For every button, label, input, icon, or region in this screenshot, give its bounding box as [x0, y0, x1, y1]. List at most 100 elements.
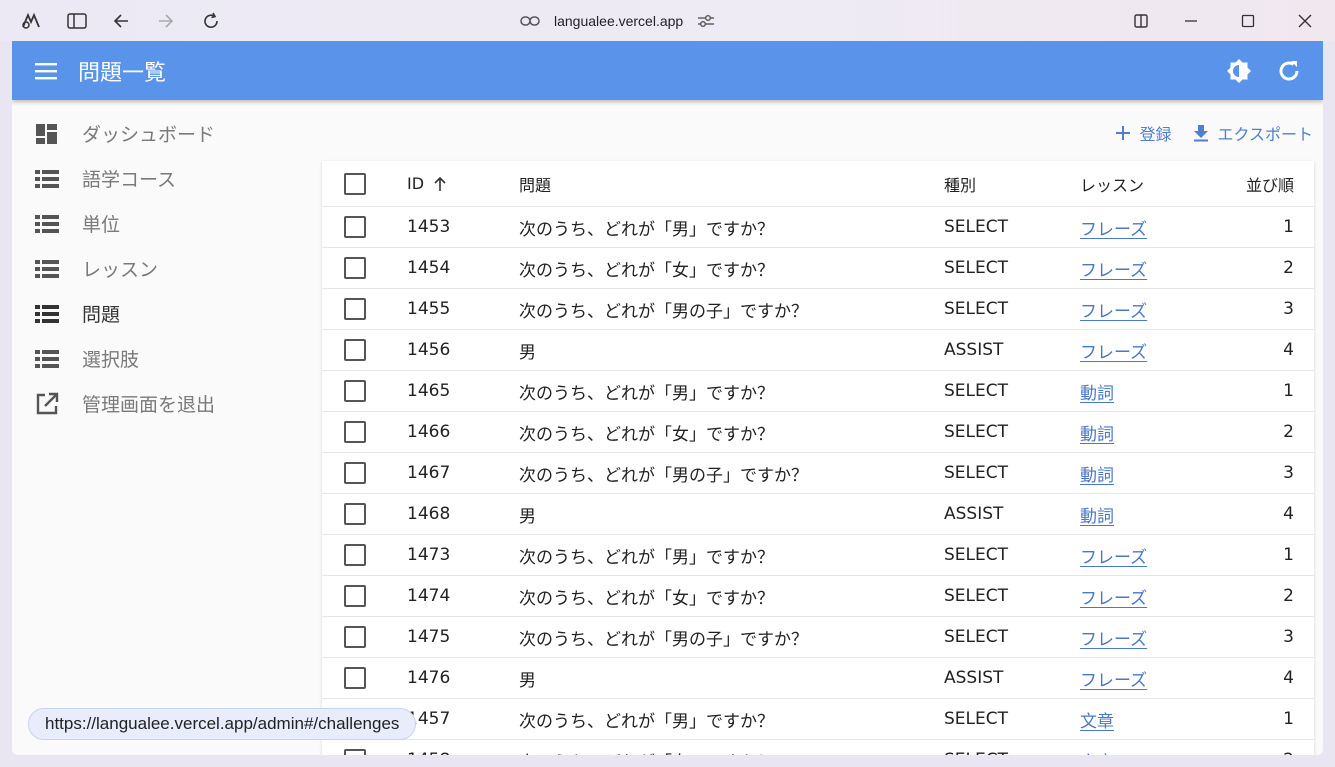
- lesson-link[interactable]: 動詞: [1080, 502, 1114, 527]
- list-icon: [34, 167, 60, 191]
- browser-toolbar: langualee.vercel.app: [0, 0, 1335, 41]
- lesson-link[interactable]: フレーズ: [1080, 584, 1147, 609]
- select-all-checkbox[interactable]: [344, 161, 370, 206]
- cell-order: 3: [1283, 299, 1294, 319]
- sidebar-item-label: レッスン: [82, 259, 159, 281]
- lesson-link[interactable]: フレーズ: [1080, 543, 1147, 568]
- forward-icon[interactable]: [153, 8, 179, 34]
- sidebar: ダッシュボード 語学コース 単位 レッスン 問題 選択肢 管理画面を退出: [12, 111, 312, 426]
- minimize-icon[interactable]: [1178, 8, 1204, 34]
- row-checkbox[interactable]: [344, 658, 370, 698]
- menu-icon[interactable]: [34, 59, 60, 83]
- theme-toggle-icon[interactable]: [1224, 58, 1254, 84]
- site-settings-icon[interactable]: [697, 14, 715, 28]
- address-bar[interactable]: langualee.vercel.app: [520, 9, 715, 33]
- sidebar-item-challenges[interactable]: 問題: [12, 291, 312, 336]
- row-checkbox[interactable]: [344, 617, 370, 657]
- cell-question: 次のうち、どれが「男の子」ですか？: [519, 465, 808, 486]
- sidebar-item-options[interactable]: 選択肢: [12, 336, 312, 381]
- table-row[interactable]: 1466 次のうち、どれが「女」ですか？ SELECT 動詞 2: [322, 412, 1314, 453]
- table-row[interactable]: 1465 次のうち、どれが「男」ですか？ SELECT 動詞 1: [322, 371, 1314, 412]
- lesson-link[interactable]: フレーズ: [1080, 297, 1147, 322]
- cell-order: 2: [1283, 422, 1294, 442]
- table-row[interactable]: 1468 男 ASSIST 動詞 4: [322, 494, 1314, 535]
- lesson-link[interactable]: 文章: [1080, 707, 1114, 732]
- column-header-type[interactable]: 種別: [944, 161, 976, 206]
- cell-type: SELECT: [944, 217, 1008, 237]
- cell-type: SELECT: [944, 258, 1008, 278]
- cell-question: 男: [519, 506, 536, 527]
- cell-type: SELECT: [944, 381, 1008, 401]
- close-window-icon[interactable]: [1292, 8, 1318, 34]
- cell-id: 1453: [407, 217, 451, 237]
- export-label: エクスポート: [1217, 125, 1313, 144]
- table-row[interactable]: 1453 次のうち、どれが「男」ですか？ SELECT フレーズ 1: [322, 207, 1314, 248]
- table-row[interactable]: 1455 次のうち、どれが「男の子」ですか？ SELECT フレーズ 3: [322, 289, 1314, 330]
- lesson-link[interactable]: フレーズ: [1080, 666, 1147, 691]
- sidebar-toggle-icon[interactable]: [64, 8, 90, 34]
- browser-logo-icon[interactable]: [18, 8, 44, 34]
- row-checkbox[interactable]: [344, 248, 370, 288]
- cell-id: 1466: [407, 422, 451, 442]
- table-row[interactable]: 1458 次のうち、どれが「女」ですか？ SELECT 文章 2: [322, 740, 1314, 755]
- row-checkbox[interactable]: [344, 371, 370, 411]
- column-header-question[interactable]: 問題: [519, 161, 551, 206]
- cell-id: 1458: [407, 740, 450, 755]
- table-row[interactable]: 1474 次のうち、どれが「女」ですか？ SELECT フレーズ 2: [322, 576, 1314, 617]
- lesson-link[interactable]: 動詞: [1080, 420, 1114, 445]
- row-checkbox[interactable]: [344, 412, 370, 452]
- challenges-table: ID 問題 種別 レッスン 並び順 1453 次のうち、どれが「男」ですか？ SEL…: [322, 161, 1314, 755]
- lesson-link[interactable]: 動詞: [1080, 379, 1114, 404]
- create-button[interactable]: 登録: [1115, 121, 1171, 145]
- lesson-link[interactable]: フレーズ: [1080, 338, 1147, 363]
- lesson-link[interactable]: フレーズ: [1080, 256, 1147, 281]
- row-checkbox[interactable]: [344, 494, 370, 534]
- column-header-id[interactable]: ID: [407, 161, 448, 206]
- split-view-icon[interactable]: [1128, 8, 1154, 34]
- table-row[interactable]: 1467 次のうち、どれが「男の子」ですか？ SELECT 動詞 3: [322, 453, 1314, 494]
- table-row[interactable]: 1473 次のうち、どれが「男」ですか？ SELECT フレーズ 1: [322, 535, 1314, 576]
- export-button[interactable]: エクスポート: [1193, 121, 1313, 145]
- address-text[interactable]: langualee.vercel.app: [554, 13, 683, 29]
- row-checkbox[interactable]: [344, 535, 370, 575]
- sidebar-item-exit-admin[interactable]: 管理画面を退出: [12, 381, 312, 426]
- cell-id: 1456: [407, 340, 451, 360]
- cell-order: 4: [1283, 668, 1294, 688]
- row-checkbox[interactable]: [344, 453, 370, 493]
- lesson-link[interactable]: 動詞: [1080, 461, 1114, 486]
- app-bar: 問題一覧: [12, 41, 1323, 100]
- row-checkbox[interactable]: [344, 207, 370, 247]
- cell-lesson: フレーズ: [1080, 207, 1147, 247]
- column-header-lesson[interactable]: レッスン: [1080, 161, 1144, 206]
- sidebar-item-dashboard[interactable]: ダッシュボード: [12, 111, 312, 156]
- reload-icon[interactable]: [198, 8, 224, 34]
- cell-type: ASSIST: [944, 668, 1004, 688]
- table-row[interactable]: 1454 次のうち、どれが「女」ですか？ SELECT フレーズ 2: [322, 248, 1314, 289]
- row-checkbox[interactable]: [344, 740, 370, 755]
- row-checkbox[interactable]: [344, 576, 370, 616]
- lesson-link[interactable]: フレーズ: [1080, 215, 1147, 240]
- back-icon[interactable]: [108, 8, 134, 34]
- lesson-link[interactable]: 文章: [1080, 748, 1114, 756]
- maximize-icon[interactable]: [1235, 8, 1261, 34]
- column-header-order[interactable]: 並び順: [1246, 161, 1294, 206]
- row-checkbox[interactable]: [344, 330, 370, 370]
- table-row[interactable]: 1476 男 ASSIST フレーズ 4: [322, 658, 1314, 699]
- table-row[interactable]: 1456 男 ASSIST フレーズ 4: [322, 330, 1314, 371]
- column-header-id-label: ID: [407, 174, 425, 193]
- cell-question: 次のうち、どれが「男」ですか？: [519, 711, 774, 732]
- cell-type: SELECT: [944, 299, 1008, 319]
- cell-order: 3: [1283, 463, 1294, 483]
- lesson-link[interactable]: フレーズ: [1080, 625, 1147, 650]
- sidebar-item-lessons[interactable]: レッスン: [12, 246, 312, 291]
- cell-question: 次のうち、どれが「男」ですか？: [519, 219, 774, 240]
- cell-order: 1: [1283, 381, 1294, 401]
- sidebar-item-courses[interactable]: 語学コース: [12, 156, 312, 201]
- sidebar-item-units[interactable]: 単位: [12, 201, 312, 246]
- cell-question: 次のうち、どれが「男の子」ですか？: [519, 629, 808, 650]
- table-row[interactable]: 1475 次のうち、どれが「男の子」ですか？ SELECT フレーズ 3: [322, 617, 1314, 658]
- row-checkbox[interactable]: [344, 289, 370, 329]
- refresh-icon[interactable]: [1276, 58, 1302, 84]
- cell-type: SELECT: [944, 463, 1008, 483]
- table-row[interactable]: 1457 次のうち、どれが「男」ですか？ SELECT 文章 1: [322, 699, 1314, 740]
